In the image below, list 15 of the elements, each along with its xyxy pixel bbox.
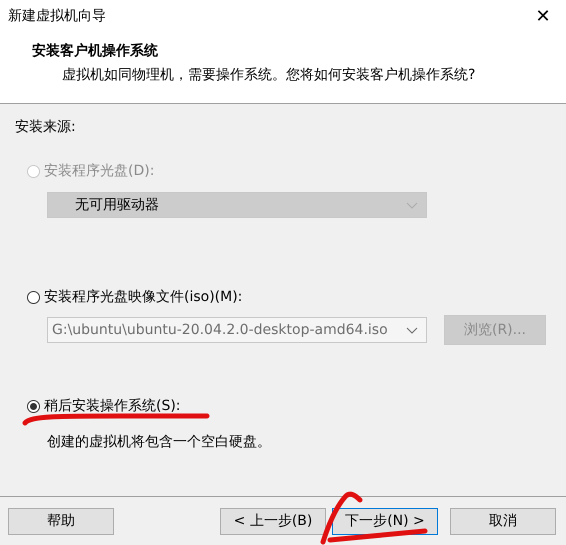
wizard-button[interactable]: < 上一步(B) [220, 508, 326, 534]
option-description: 创建的虚拟机将包含一个空白硬盘。 [47, 433, 272, 451]
wizard-button[interactable]: 下一步(N) > [332, 508, 438, 534]
window-title: 新建虚拟机向导 [8, 7, 106, 25]
chevron-down-icon [406, 202, 418, 208]
iso-path-field[interactable]: G:\ubuntu\ubuntu-20.04.2.0-desktop-amd64.iso [47, 317, 427, 343]
wizard-button[interactable]: 帮助 [8, 508, 114, 534]
close-button[interactable]: ✕ [520, 0, 566, 32]
section-label: 安装来源: [15, 118, 77, 136]
wizard-button[interactable]: 取消 [450, 508, 556, 534]
header-subtitle: 虚拟机如同物理机，需要操作系统。您将如何安装客户机操作系统? [62, 66, 476, 84]
chevron-down-icon [406, 326, 418, 334]
radio-option[interactable]: 稍后安装操作系统(S): [27, 397, 181, 415]
radio-option[interactable]: 安装程序光盘映像文件(iso)(M): [27, 288, 242, 306]
header-title: 安装客户机操作系统 [32, 42, 159, 60]
